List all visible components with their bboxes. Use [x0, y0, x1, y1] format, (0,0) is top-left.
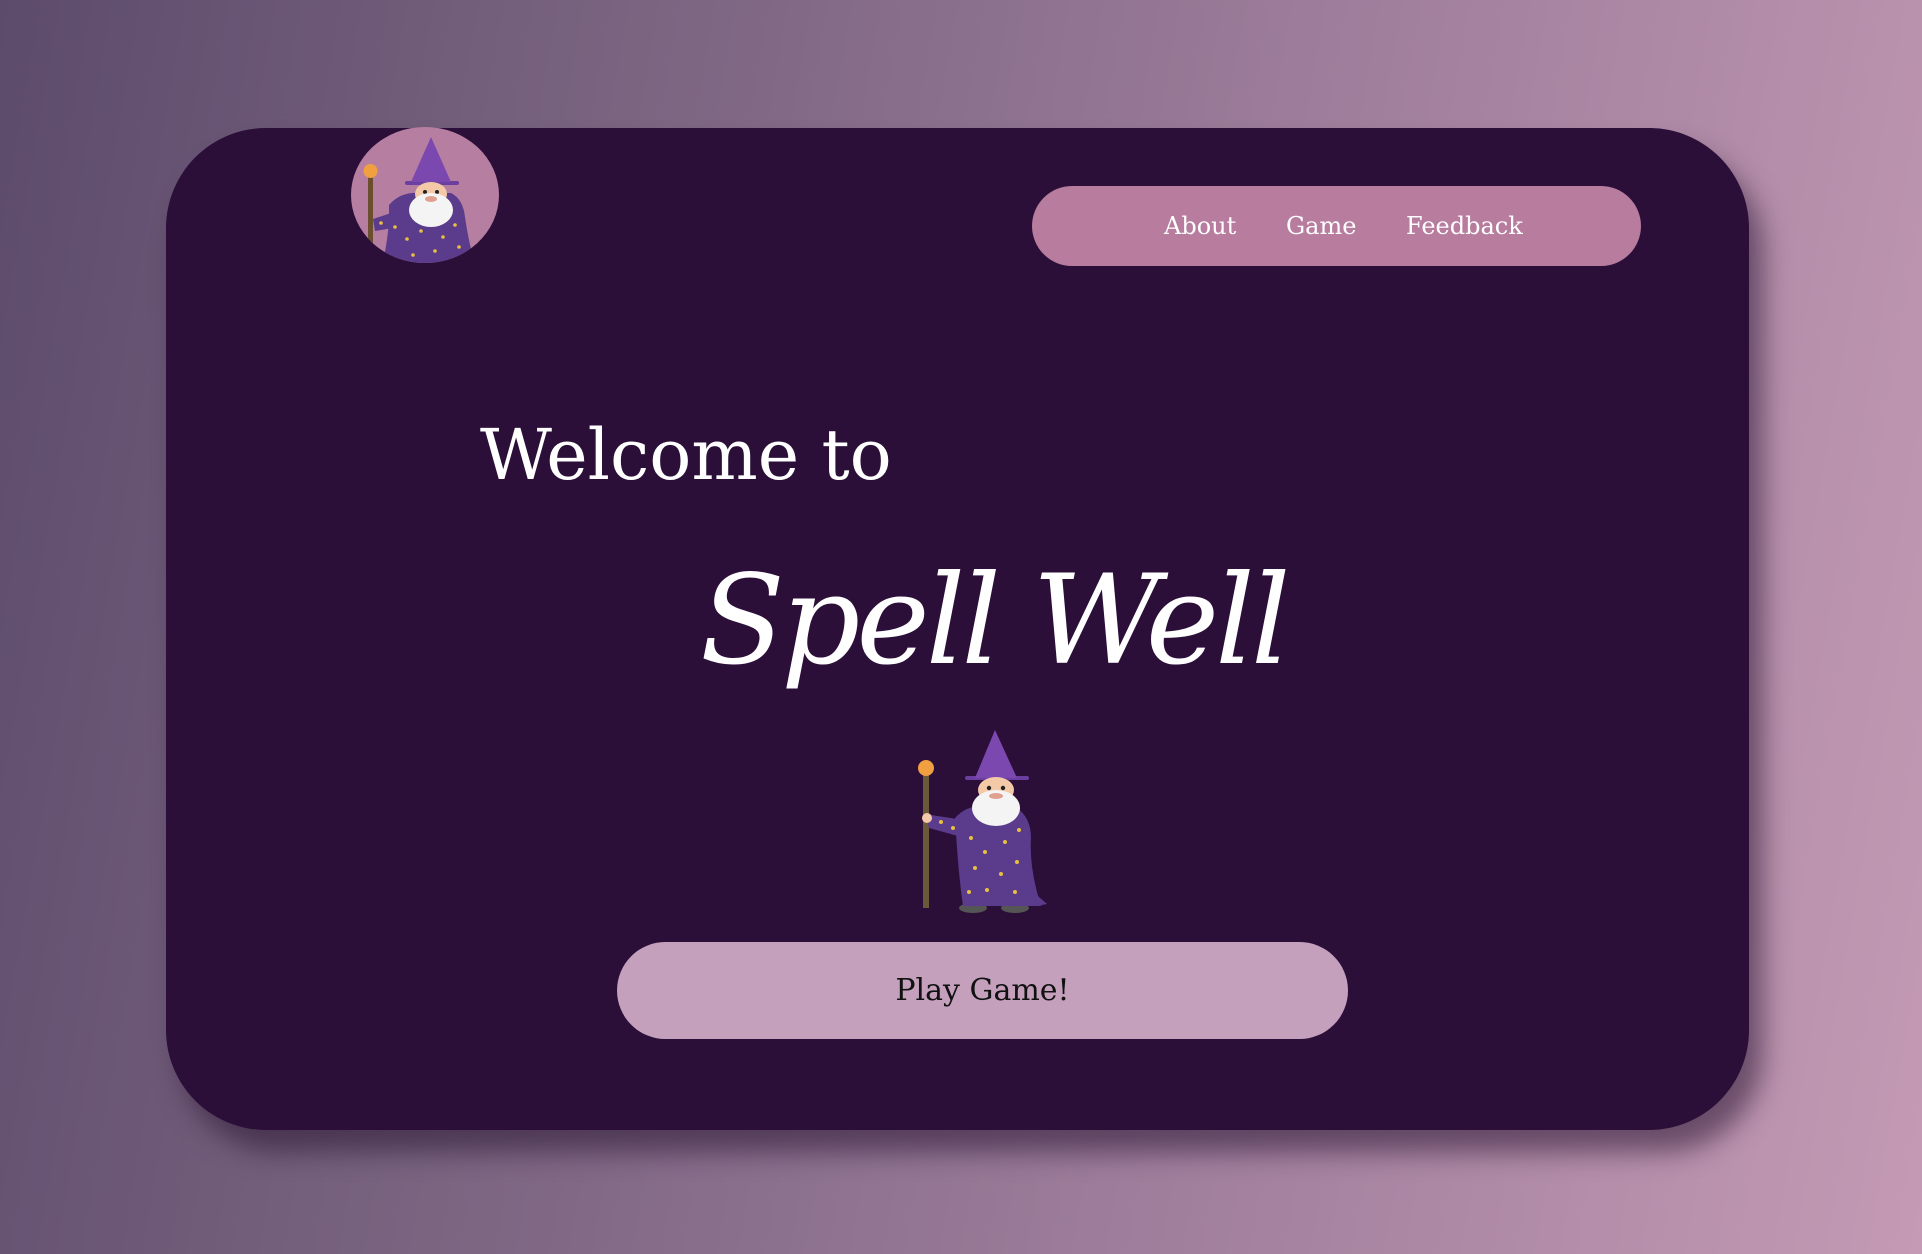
wizard-icon: [918, 730, 1047, 913]
nav-link-about[interactable]: About: [1164, 186, 1236, 266]
logo-wizard-icon[interactable]: [351, 127, 499, 263]
nav-link-game[interactable]: Game: [1286, 186, 1356, 266]
play-game-button[interactable]: Play Game!: [617, 942, 1348, 1039]
welcome-heading: Welcome to: [480, 414, 892, 496]
app-title: Spell Well: [700, 549, 1290, 693]
main-nav: About Game Feedback: [1032, 186, 1641, 266]
nav-link-feedback[interactable]: Feedback: [1406, 186, 1523, 266]
wizard-icon: [363, 137, 475, 263]
wizard-illustration: [905, 728, 1055, 913]
